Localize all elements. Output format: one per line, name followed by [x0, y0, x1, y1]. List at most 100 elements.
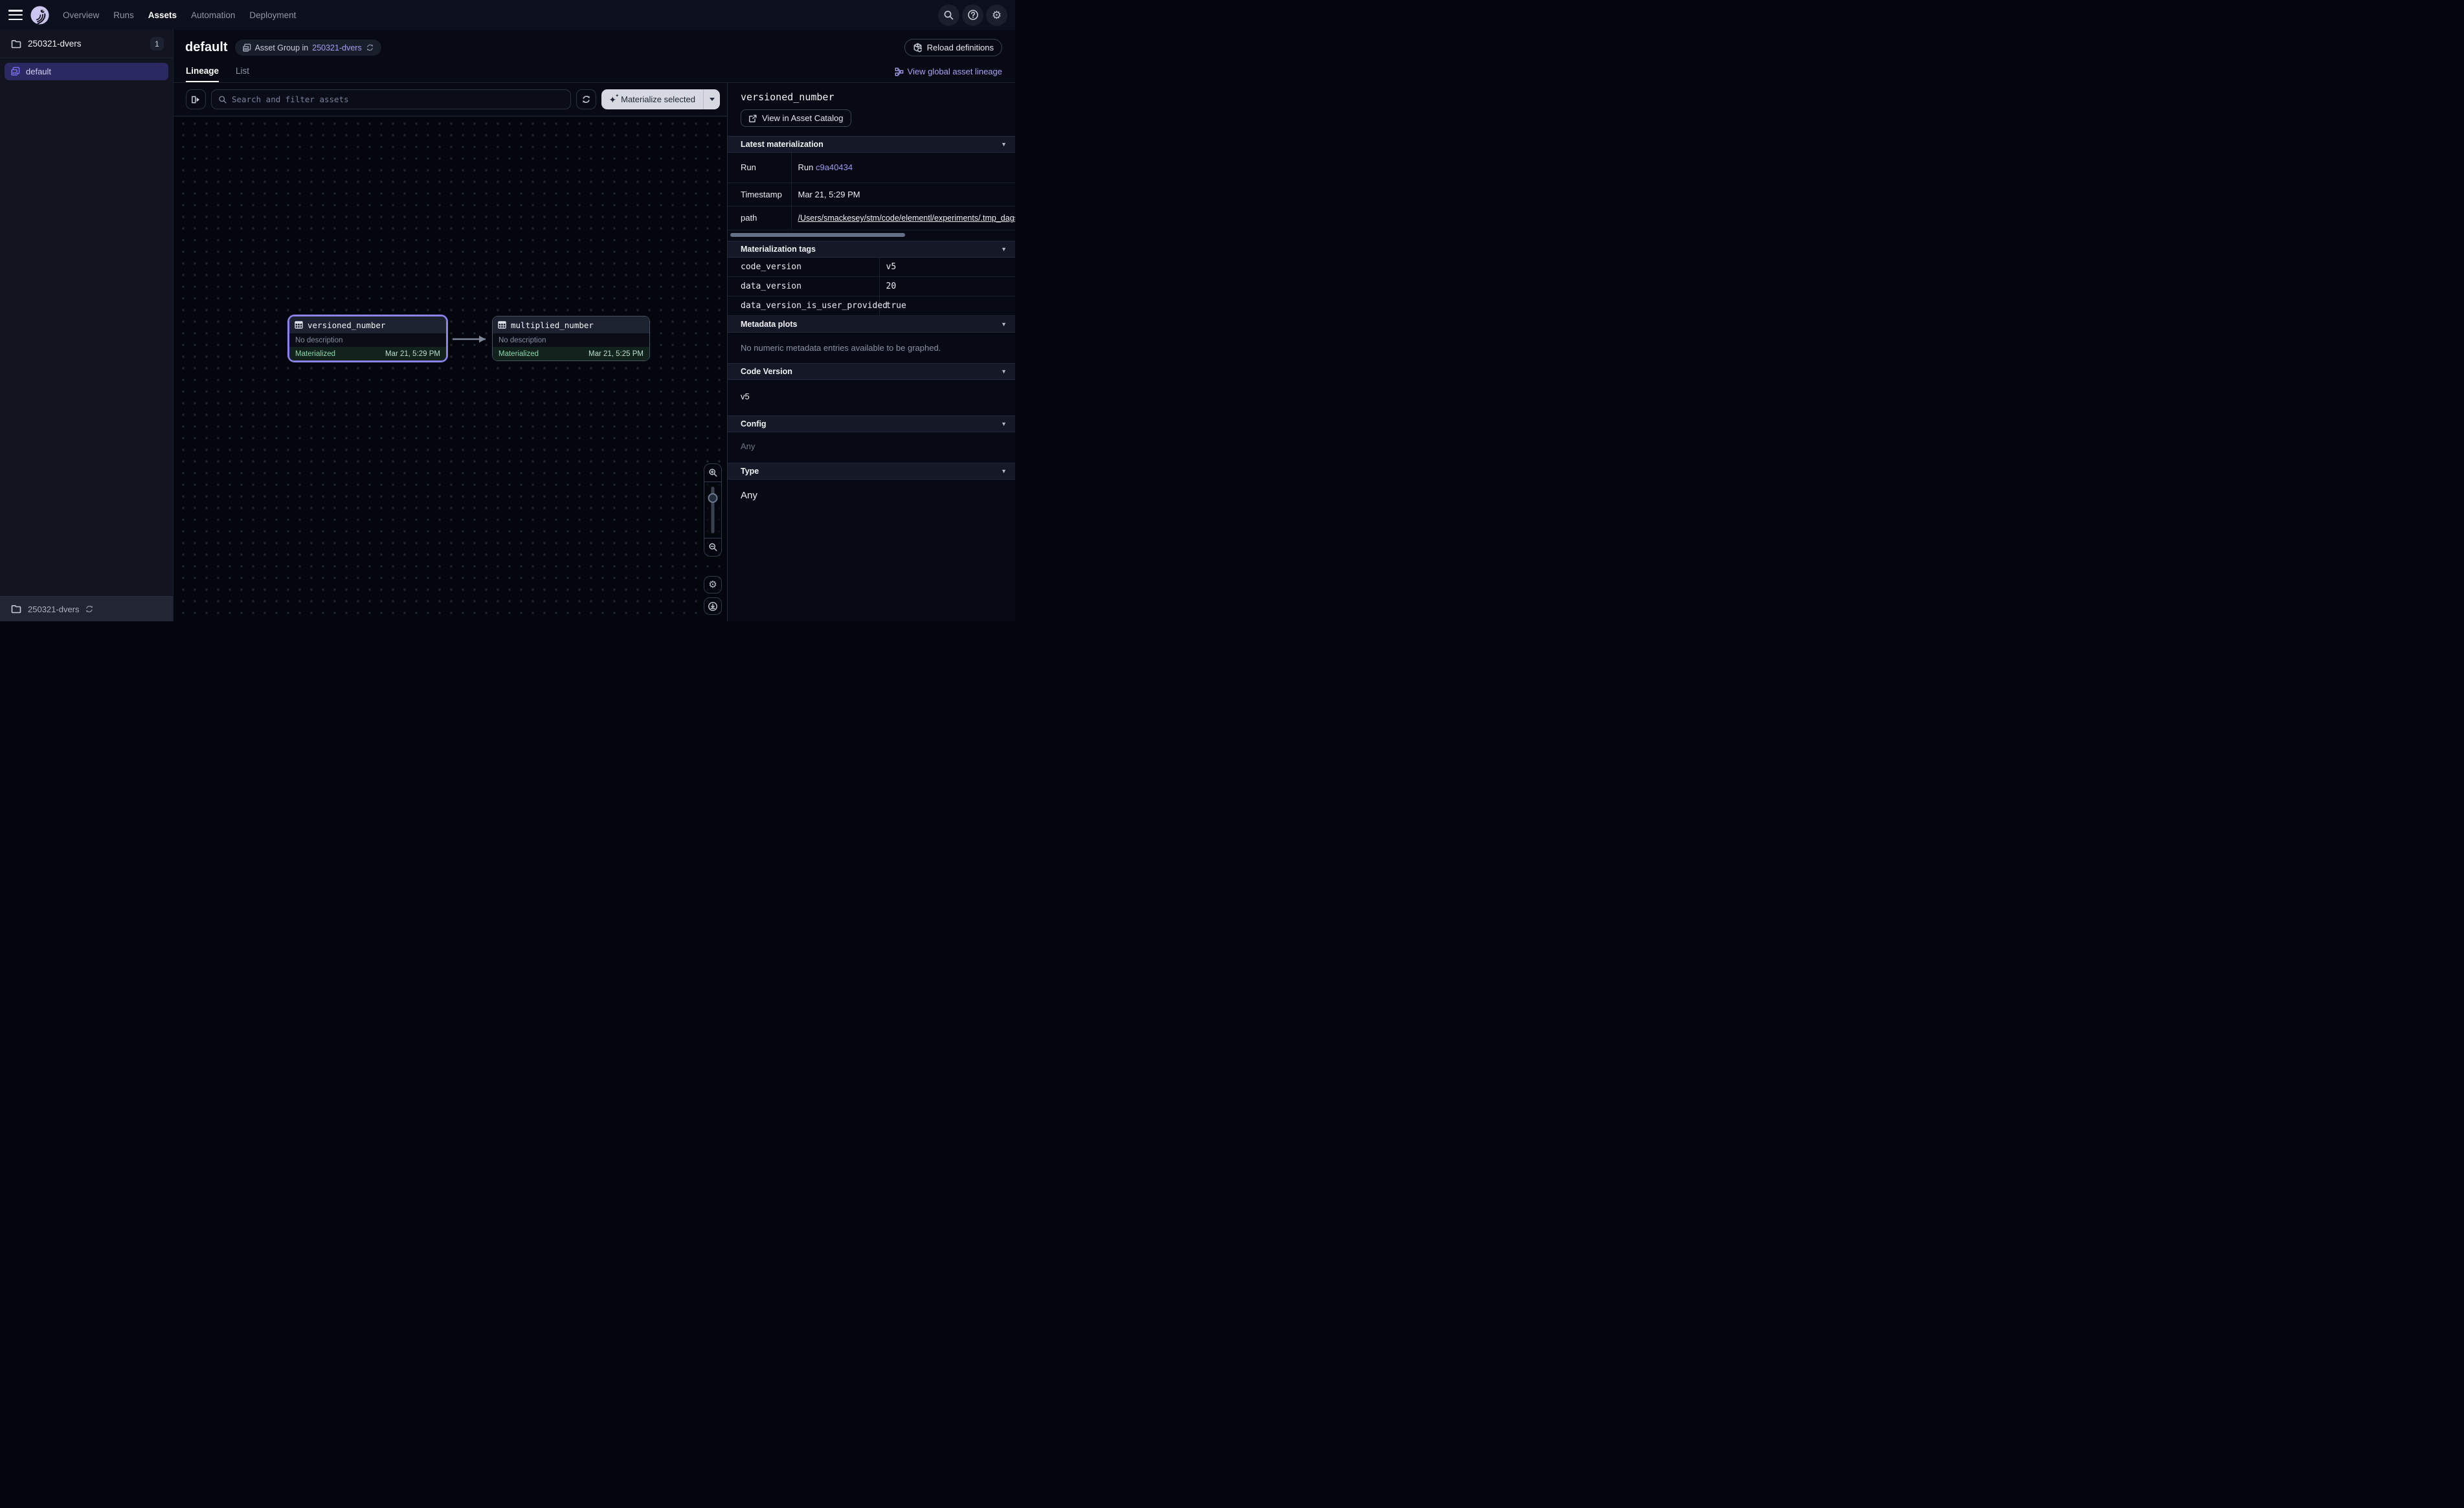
panel-expand-icon — [191, 95, 201, 104]
nav-item-assets[interactable]: Assets — [148, 10, 177, 20]
view-in-asset-catalog-label: View in Asset Catalog — [762, 113, 844, 123]
latest-materialization-table: Run Run c9a40434 Timestamp Mar 21, 5:29 … — [728, 153, 1015, 230]
metadata-plots-empty-text: No numeric metadata entries available to… — [728, 333, 1015, 363]
nav-item-automation[interactable]: Automation — [191, 10, 235, 20]
section-code-version[interactable]: Code Version ▼ — [728, 363, 1015, 380]
timestamp-value: Mar 21, 5:29 PM — [791, 183, 1015, 206]
section-latest-materialization[interactable]: Latest materialization ▼ — [728, 136, 1015, 153]
asset-node-name: multiplied_number — [511, 320, 594, 330]
asset-node-status: Materialized — [498, 350, 539, 358]
download-icon — [708, 601, 718, 612]
materialize-selected-button[interactable]: ✦ Materialize selected — [601, 89, 720, 109]
run-id-link[interactable]: c9a40434 — [816, 162, 853, 172]
table-icon — [498, 321, 506, 329]
reload-definitions-label: Reload definitions — [927, 43, 994, 52]
zoom-in-button[interactable] — [704, 464, 721, 482]
page-header: default Asset Group in 250321-dvers — [174, 30, 1015, 56]
asset-group-badge[interactable]: Asset Group in 250321-dvers — [235, 39, 381, 56]
refresh-icon — [581, 94, 591, 104]
section-config[interactable]: Config ▼ — [728, 416, 1015, 432]
zoom-slider-thumb[interactable] — [708, 493, 718, 503]
reload-definitions-button[interactable]: Reload definitions — [904, 39, 1002, 56]
search-button[interactable] — [938, 5, 959, 26]
refresh-icon[interactable] — [366, 43, 374, 52]
materialize-selected-label: Materialize selected — [621, 94, 695, 104]
settings-button[interactable]: ⚙ — [986, 5, 1007, 26]
lineage-canvas[interactable]: versioned_number No description Material… — [174, 116, 727, 621]
sidebar-footer-label: 250321-dvers — [28, 604, 80, 614]
tab-lineage[interactable]: Lineage — [186, 66, 219, 82]
zoom-slider[interactable] — [704, 482, 721, 538]
view-in-asset-catalog-button[interactable]: View in Asset Catalog — [741, 109, 851, 127]
row-label: path — [728, 206, 791, 230]
download-image-button[interactable] — [704, 597, 722, 615]
expand-panel-button[interactable] — [186, 89, 206, 109]
row-label: Run — [728, 153, 791, 183]
sidebar-group-250321-dvers[interactable]: 250321-dvers 1 — [0, 30, 173, 58]
tag-value: v5 — [879, 258, 1015, 277]
page-title: default — [185, 40, 228, 55]
lineage-graph-area: ✦ Materialize selected — [174, 83, 727, 621]
zoom-in-icon — [708, 468, 718, 478]
sparkle-icon: ✦ — [609, 95, 616, 104]
reload-cube-icon — [913, 43, 923, 52]
section-label: Config — [741, 419, 767, 428]
zoom-out-icon — [708, 542, 718, 552]
zoom-out-button[interactable] — [704, 538, 721, 556]
graph-toolbar: ✦ Materialize selected — [174, 83, 727, 116]
asset-node-multiplied_number[interactable]: multiplied_number No description Materia… — [492, 316, 650, 361]
help-button[interactable] — [962, 5, 983, 26]
chevron-down-icon: ▼ — [1001, 246, 1007, 252]
gear-icon: ⚙ — [992, 10, 1002, 21]
materialize-dropdown-button[interactable] — [703, 89, 720, 109]
section-label: Code Version — [741, 367, 792, 376]
view-global-asset-lineage-link[interactable]: View global asset lineage — [895, 67, 1002, 82]
help-icon — [967, 9, 979, 21]
config-value: Any — [728, 432, 1015, 463]
search-icon — [943, 10, 954, 21]
menu-icon[interactable] — [8, 10, 23, 20]
horizontal-scrollbar[interactable] — [730, 233, 905, 237]
tag-value: true — [879, 296, 1015, 316]
graph-settings-button[interactable]: ⚙ — [704, 576, 722, 593]
asset-node-versioned_number[interactable]: versioned_number No description Material… — [287, 315, 448, 362]
dagster-logo-icon[interactable] — [30, 5, 50, 25]
nav-item-deployment[interactable]: Deployment — [249, 10, 296, 20]
lineage-graph-icon — [895, 67, 904, 76]
nav-item-overview[interactable]: Overview — [63, 10, 99, 20]
asset-group-badge-link[interactable]: 250321-dvers — [312, 43, 361, 52]
run-value-prefix: Run — [798, 162, 816, 172]
zoom-control — [704, 463, 722, 557]
asset-node-timestamp: Mar 21, 5:25 PM — [588, 350, 644, 358]
sidebar: 250321-dvers 1 default 250321-dvers — [0, 30, 174, 621]
section-type[interactable]: Type ▼ — [728, 463, 1015, 480]
refresh-icon[interactable] — [85, 604, 94, 614]
asset-detail-panel: versioned_number View in Asset Catalog L… — [727, 83, 1015, 621]
refresh-graph-button[interactable] — [576, 89, 596, 109]
panel-asset-title: versioned_number — [728, 83, 1015, 103]
section-materialization-tags[interactable]: Materialization tags ▼ — [728, 241, 1015, 258]
asset-group-icon — [242, 43, 251, 52]
tabs-bar: Lineage List View global asset lineage — [174, 56, 1015, 83]
tab-list[interactable]: List — [236, 66, 249, 82]
chevron-down-icon: ▼ — [1001, 141, 1007, 148]
search-input[interactable] — [232, 94, 564, 104]
section-label: Latest materialization — [741, 140, 823, 149]
materialization-tags-table: code_version v5 data_version 20 data_ver… — [728, 258, 1015, 316]
section-metadata-plots[interactable]: Metadata plots ▼ — [728, 316, 1015, 333]
chevron-down-icon: ▼ — [1001, 321, 1007, 327]
asset-node-status: Materialized — [295, 350, 335, 358]
sidebar-group-count-badge: 1 — [150, 37, 164, 50]
chevron-down-icon: ▼ — [1001, 421, 1007, 427]
chevron-down-icon: ▼ — [1001, 368, 1007, 375]
asset-node-description: No description — [493, 333, 649, 347]
path-link[interactable]: /Users/smackesey/stm/code/elementl/exper… — [798, 214, 1016, 223]
sidebar-footer-repo[interactable]: 250321-dvers — [0, 596, 173, 621]
nav-item-runs[interactable]: Runs — [113, 10, 134, 20]
asset-node-description: No description — [289, 333, 446, 347]
sidebar-item-default[interactable]: default — [5, 63, 168, 80]
search-icon — [218, 95, 227, 104]
section-label: Metadata plots — [741, 320, 798, 329]
app-root: Overview Runs Assets Automation Deployme… — [0, 0, 1015, 621]
section-label: Type — [741, 467, 759, 476]
